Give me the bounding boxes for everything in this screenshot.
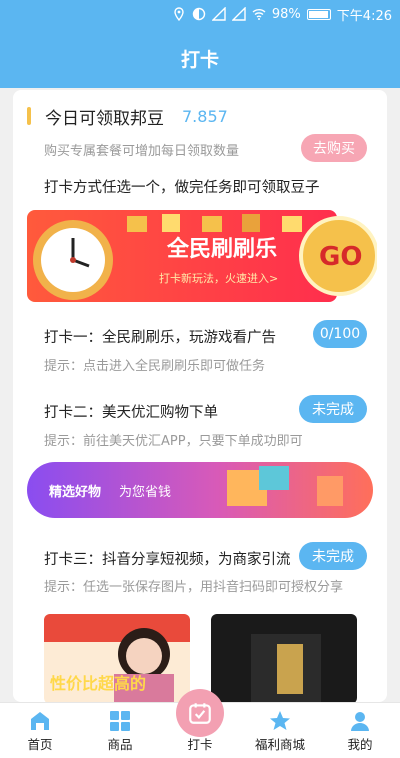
task1-title: 打卡一：全民刷刷乐，玩游戏看广告 [44, 330, 276, 346]
grid-icon [110, 711, 130, 731]
battery-icon [306, 8, 331, 20]
beans-title: 今日可领取邦豆 [45, 108, 164, 129]
tab-welfare-mall[interactable]: 福利商城 [240, 703, 320, 758]
status-bar: 98% 下午4:26 [0, 0, 400, 28]
page-title: 打卡 [0, 28, 400, 88]
buy-button[interactable]: 去购买 [301, 134, 367, 162]
task3-hint: 提示：任选一张保存图片，用抖音扫码即可授权分享 [44, 580, 344, 595]
banner1-subtitle: 打卡新玩法，火速进入> [159, 271, 278, 285]
tab-welfare-mall-label: 福利商城 [254, 737, 305, 752]
share-image-1[interactable]: 性价比超高的 [44, 614, 190, 702]
section-marker [27, 107, 31, 125]
battery-percent: 98% [271, 6, 301, 22]
tab-checkin-label: 打卡 [187, 737, 213, 752]
tab-mine[interactable]: 我的 [320, 703, 400, 758]
signal-icon [211, 7, 226, 21]
task3-title: 打卡三：抖音分享短视频，为商家引流 [44, 552, 291, 568]
beans-header: 今日可领取邦豆 7.857 [27, 104, 228, 129]
good-deals-banner[interactable]: 精选好物 为您省钱 [27, 460, 373, 520]
banner1-title: 全民刷刷乐 [166, 236, 277, 262]
wifi-icon [252, 9, 266, 20]
task2-status-button[interactable]: 未完成 [299, 395, 367, 423]
person-icon [351, 712, 369, 731]
home-icon [31, 712, 49, 730]
tab-home-label: 首页 [27, 737, 53, 752]
beans-hint: 购买专属套餐可增加每日领取数量 [44, 144, 240, 159]
share-image-2[interactable] [211, 614, 357, 702]
clock: 下午4:26 [336, 8, 392, 24]
intro-text: 打卡方式任选一个，做完任务即可领取豆子 [44, 180, 320, 196]
banner2-text1: 精选好物 [49, 484, 101, 500]
checkin-center-button[interactable] [176, 689, 224, 737]
banner2-text2: 为您省钱 [119, 484, 171, 500]
tab-products-label: 商品 [107, 737, 133, 752]
star-icon [270, 711, 290, 730]
location-icon [174, 7, 184, 21]
tea-jar-photo [251, 634, 321, 702]
signal-icon-2 [231, 7, 246, 21]
task2-title: 打卡二：美天优汇购物下单 [44, 405, 218, 421]
thumb1-caption: 性价比超高的 [50, 674, 147, 693]
checkin-card: 今日可领取邦豆 7.857 购买专属套餐可增加每日领取数量 去购买 打卡方式任选… [13, 90, 387, 702]
bottom-tab-bar: 首页 商品 打卡 福利商城 我的 [0, 689, 400, 758]
calendar-check-icon [189, 703, 211, 724]
task1-hint: 提示：点击进入全民刷刷乐即可做任务 [44, 359, 266, 374]
task2-hint: 提示：前往美天优汇APP，只要下单成功即可 [44, 434, 303, 449]
beans-value: 7.857 [182, 106, 228, 126]
task1-status-button[interactable]: 0/100 [313, 320, 367, 348]
task3-status-button[interactable]: 未完成 [299, 542, 367, 570]
brush-game-banner[interactable]: 全民刷刷乐 打卡新玩法，火速进入> GO [27, 208, 377, 313]
tab-home[interactable]: 首页 [0, 703, 80, 758]
go-label: GO [319, 242, 362, 272]
tab-products[interactable]: 商品 [80, 703, 160, 758]
moon-icon [192, 7, 206, 21]
tab-mine-label: 我的 [347, 737, 373, 752]
tab-checkin[interactable]: 打卡 [160, 689, 240, 758]
